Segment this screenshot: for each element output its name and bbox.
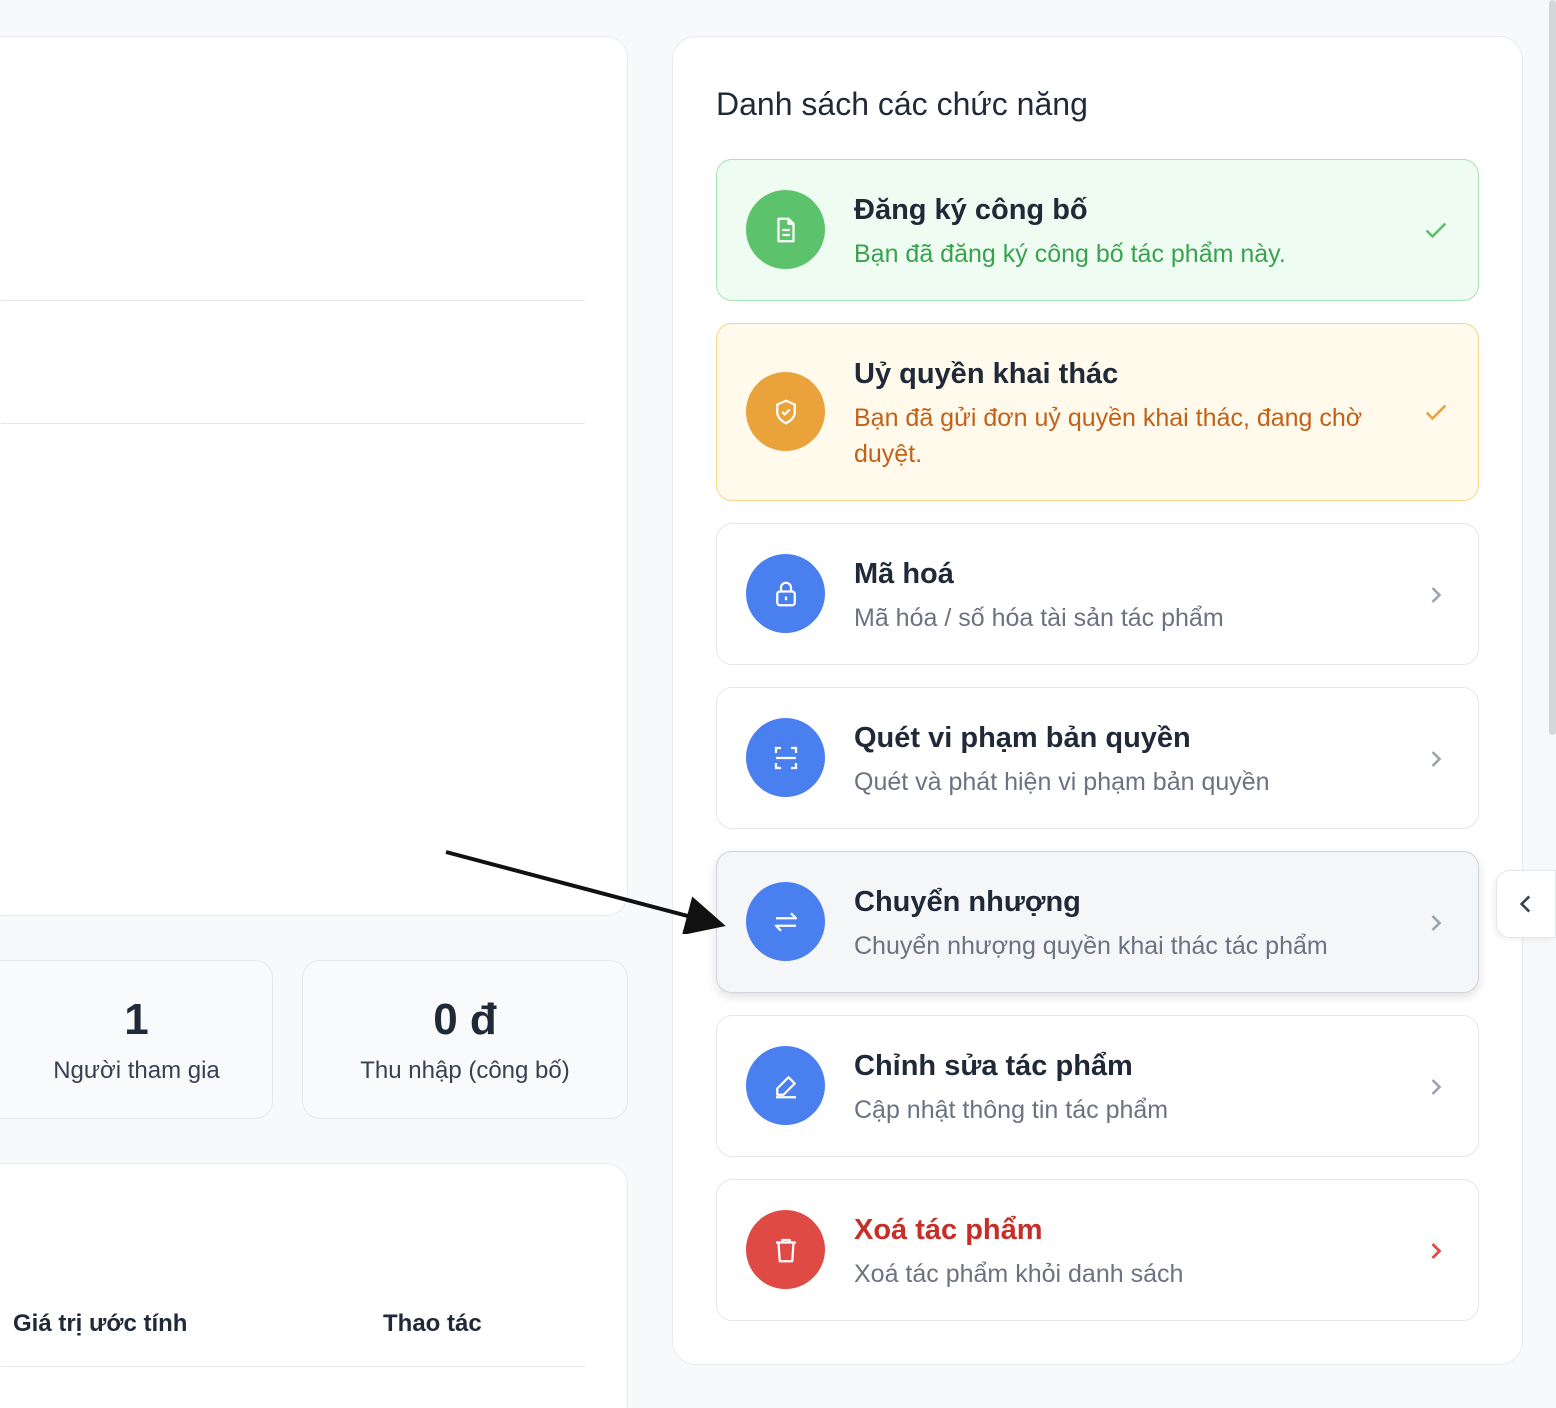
divider	[1, 300, 585, 301]
feature-register-publication[interactable]: Đăng ký công bố Bạn đã đăng ký công bố t…	[716, 159, 1479, 301]
chevron-right-icon	[1431, 915, 1442, 931]
table-header-estimated-value: Giá trị ước tính	[13, 1310, 188, 1337]
feature-description: Cập nhật thông tin tác phẩm	[854, 1096, 1169, 1124]
chevron-right-icon	[1431, 751, 1442, 767]
feature-title: Quét vi phạm bản quyền	[854, 722, 1191, 754]
check-icon	[1425, 404, 1447, 421]
feature-description: Chuyển nhượng quyền khai thác tác phẩm	[854, 932, 1328, 960]
feature-description: Quét và phát hiện vi phạm bản quyền	[854, 768, 1270, 796]
divider	[1, 423, 585, 424]
feature-description: Bạn đã gửi đơn uỷ quyền khai thác, đang …	[854, 404, 1363, 468]
scrollbar[interactable]	[1549, 0, 1556, 735]
scan-icon	[746, 718, 825, 797]
lock-icon	[746, 554, 825, 633]
trash-icon	[746, 1210, 825, 1289]
stat-label: Người tham gia	[53, 1057, 220, 1084]
feature-copyright-scan[interactable]: Quét vi phạm bản quyền Quét và phát hiện…	[716, 687, 1479, 829]
feature-title: Chuyển nhượng	[854, 886, 1081, 918]
transfer-icon	[746, 882, 825, 961]
stat-value: 1	[124, 995, 149, 1044]
table-header-actions: Thao tác	[383, 1310, 482, 1337]
document-icon	[746, 190, 825, 269]
feature-authorize-exploitation[interactable]: Uỷ quyền khai thác Bạn đã gửi đơn uỷ quy…	[716, 323, 1479, 501]
feature-title: Mã hoá	[854, 558, 954, 590]
check-icon	[1425, 222, 1447, 239]
shield-check-icon	[746, 372, 825, 451]
feature-description: Bạn đã đăng ký công bố tác phẩm này.	[854, 240, 1286, 268]
edit-icon	[746, 1046, 825, 1125]
stat-card-income: 0 đ Thu nhập (công bố)	[302, 960, 628, 1119]
feature-title: Đăng ký công bố	[854, 194, 1088, 226]
feature-description: Xoá tác phẩm khỏi danh sách	[854, 1260, 1184, 1288]
feature-title: Xoá tác phẩm	[854, 1214, 1043, 1246]
feature-edit-work[interactable]: Chỉnh sửa tác phẩm Cập nhật thông tin tá…	[716, 1015, 1479, 1157]
stat-card-participants: 1 Người tham gia	[0, 960, 273, 1119]
left-content-card	[0, 36, 628, 916]
chevron-left-icon	[1519, 895, 1531, 913]
feature-delete-work[interactable]: Xoá tác phẩm Xoá tác phẩm khỏi danh sách	[716, 1179, 1479, 1321]
stat-label: Thu nhập (công bố)	[360, 1057, 570, 1084]
chevron-right-icon	[1431, 1079, 1442, 1095]
annotation-arrow-icon	[445, 850, 726, 934]
panel-title: Danh sách các chức năng	[716, 86, 1088, 122]
feature-transfer[interactable]: Chuyển nhượng Chuyển nhượng quyền khai t…	[716, 851, 1479, 993]
collapse-panel-button[interactable]	[1496, 870, 1556, 938]
stat-value: 0 đ	[433, 995, 497, 1044]
feature-title: Uỷ quyền khai thác	[854, 358, 1119, 390]
table-header-divider	[1, 1366, 585, 1367]
chevron-right-icon	[1431, 1243, 1442, 1259]
feature-encrypt[interactable]: Mã hoá Mã hóa / số hóa tài sản tác phẩm	[716, 523, 1479, 665]
assets-table-card	[0, 1163, 628, 1408]
feature-description: Mã hóa / số hóa tài sản tác phẩm	[854, 604, 1224, 632]
chevron-right-icon	[1431, 587, 1442, 603]
feature-title: Chỉnh sửa tác phẩm	[854, 1050, 1133, 1082]
